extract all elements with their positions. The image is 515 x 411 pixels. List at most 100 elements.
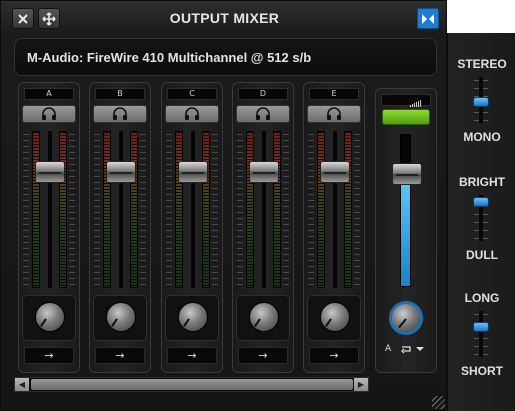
switch-top-label: LONG	[464, 291, 500, 305]
scale-tick	[166, 266, 172, 267]
scale-tick	[308, 164, 314, 165]
scale-tick	[354, 224, 360, 225]
route-button[interactable]: →	[167, 347, 217, 364]
scale-tick	[283, 146, 289, 147]
scale-tick	[69, 152, 75, 153]
pan-knob[interactable]	[178, 302, 208, 332]
pan-knob[interactable]	[249, 302, 279, 332]
scale-tick	[237, 194, 243, 195]
scale-tick	[23, 272, 29, 273]
resize-grip[interactable]	[432, 396, 445, 409]
fader-track	[119, 131, 123, 288]
side-panel: STEREO MONO BRIGHT DULL LONG SHORT	[447, 33, 515, 411]
channel-strip-a: A →	[18, 82, 80, 373]
device-selector[interactable]: M-Audio: FireWire 410 Multichannel @ 512…	[14, 38, 437, 76]
scale-tick	[212, 134, 218, 135]
scale-tick	[69, 218, 75, 219]
scale-tick	[166, 170, 172, 171]
scale-tick	[94, 188, 100, 189]
headphone-button[interactable]	[165, 105, 219, 123]
switch-thumb[interactable]	[473, 96, 489, 107]
scale-tick	[166, 236, 172, 237]
pan-knob[interactable]	[35, 302, 65, 332]
level-meter-right	[344, 131, 352, 288]
knob-well	[236, 295, 290, 341]
scale-tick	[94, 248, 100, 249]
horizontal-scrollbar[interactable]: ◀ ▶	[14, 377, 369, 392]
level-meter-right	[59, 131, 67, 288]
headphone-button[interactable]	[93, 105, 147, 123]
route-button[interactable]: →	[238, 347, 288, 364]
scale-tick	[283, 206, 289, 207]
scale-tick	[23, 200, 29, 201]
scale-tick	[237, 254, 243, 255]
scroll-right-button[interactable]: ▶	[354, 378, 368, 391]
scale-tick	[308, 272, 314, 273]
master-enable-button[interactable]	[382, 109, 430, 125]
pan-knob[interactable]	[106, 302, 136, 332]
scale-tick	[23, 170, 29, 171]
fader-track	[191, 131, 195, 288]
switch-thumb[interactable]	[473, 196, 489, 207]
scale-tick	[354, 200, 360, 201]
scrollbar-thumb[interactable]	[31, 379, 353, 390]
headphone-button[interactable]	[307, 105, 361, 123]
scale-tick	[23, 182, 29, 183]
scale-tick	[308, 278, 314, 279]
headphone-button[interactable]	[22, 105, 76, 123]
pan-knob[interactable]	[320, 302, 350, 332]
switch-thumb[interactable]	[473, 321, 489, 332]
scale-tick	[308, 140, 314, 141]
scale-tick	[283, 284, 289, 285]
scale-tick	[69, 236, 75, 237]
scale-tick	[354, 146, 360, 147]
route-button[interactable]: →	[95, 347, 145, 364]
scale-tick	[237, 164, 243, 165]
scale-tick	[94, 182, 100, 183]
scale-tick	[283, 260, 289, 261]
scale-tick	[283, 230, 289, 231]
level-meter-left	[317, 131, 325, 288]
loop-arrow-icon	[401, 345, 425, 353]
channel-fader[interactable]	[35, 160, 65, 183]
scale-tick	[283, 134, 289, 135]
scale-tick	[23, 230, 29, 231]
scale-tick	[140, 266, 146, 267]
scale-tick	[212, 266, 218, 267]
scale-tick	[23, 260, 29, 261]
route-button[interactable]: →	[309, 347, 359, 364]
scale-tick	[308, 170, 314, 171]
level-meter-left	[103, 131, 111, 288]
level-meter-right	[202, 131, 210, 288]
scale-tick	[354, 284, 360, 285]
headphone-button[interactable]	[236, 105, 290, 123]
scale-tick	[140, 164, 146, 165]
master-fader[interactable]	[392, 162, 422, 185]
scale-tick	[69, 158, 75, 159]
channel-fader[interactable]	[320, 160, 350, 183]
master-knob[interactable]	[389, 301, 423, 335]
scale-tick	[237, 230, 243, 231]
scale-tick	[23, 176, 29, 177]
channel-label: B	[95, 88, 145, 100]
scale-tick	[140, 260, 146, 261]
route-button[interactable]: →	[24, 347, 74, 364]
scale-tick	[94, 236, 100, 237]
headphones-icon	[256, 107, 270, 120]
scale-tick	[140, 278, 146, 279]
channel-fader[interactable]	[249, 160, 279, 183]
dock-button[interactable]	[417, 8, 439, 29]
switch-top-label: BRIGHT	[459, 175, 505, 189]
channel-fader[interactable]	[178, 160, 208, 183]
scale-tick	[283, 176, 289, 177]
scale-tick	[308, 248, 314, 249]
master-output-select[interactable]: A	[385, 341, 431, 357]
scale-tick	[23, 248, 29, 249]
channel-strip-d: D →	[232, 82, 294, 373]
scroll-left-button[interactable]: ◀	[15, 378, 29, 391]
scale-tick	[69, 224, 75, 225]
channel-fader[interactable]	[106, 160, 136, 183]
scale-tick	[308, 242, 314, 243]
scale-tick	[140, 182, 146, 183]
scale-tick	[69, 212, 75, 213]
